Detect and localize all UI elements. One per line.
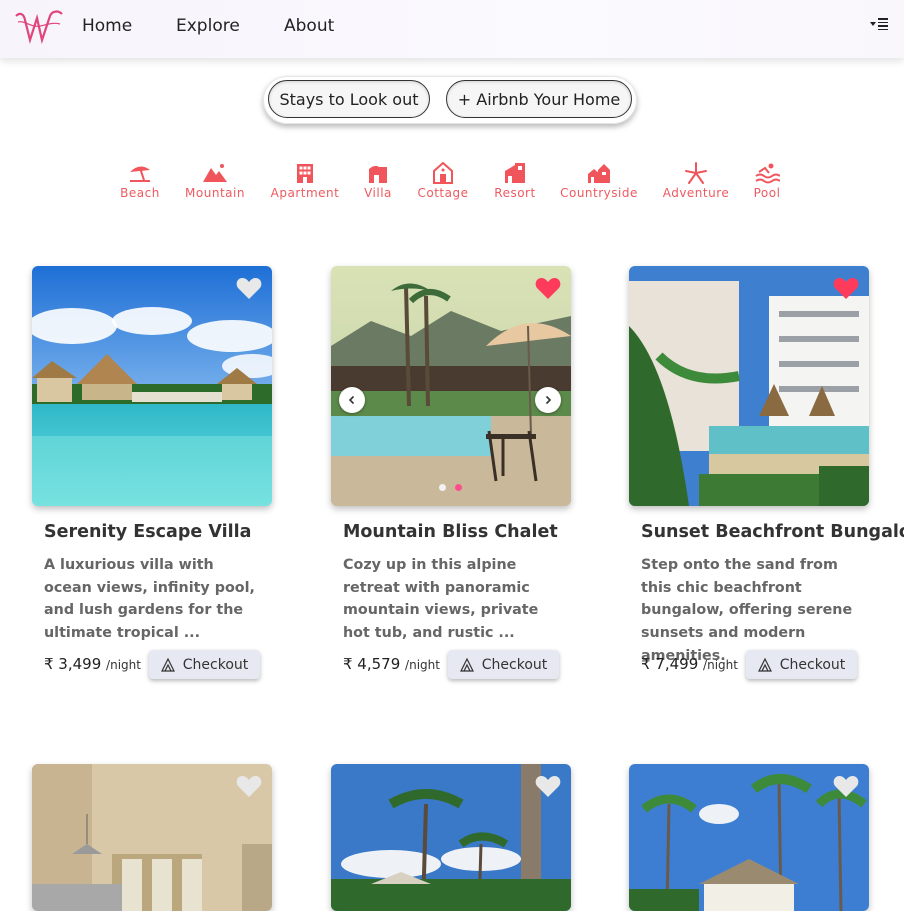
listing-image[interactable] (331, 764, 571, 911)
listing-description: A luxurious villa with ocean views, infi… (44, 557, 255, 642)
stays-button[interactable]: Stays to Look out (268, 80, 430, 118)
category-label: Resort (494, 186, 536, 200)
navbar: Home Explore About (0, 0, 904, 58)
category-label: Mountain (185, 186, 245, 200)
category-label: Pool (753, 186, 781, 200)
category-pool[interactable]: Pool (752, 162, 782, 200)
listing-price: ₹ 7,499 /night (641, 655, 738, 673)
countryside-icon (588, 164, 610, 183)
favorite-heart-icon[interactable] (833, 774, 859, 798)
carousel-next-button[interactable] (535, 387, 561, 413)
category-label: Beach (120, 186, 160, 200)
listing-image[interactable] (629, 266, 869, 506)
umbrella-beach-icon (130, 166, 150, 182)
airbnb-your-home-button[interactable]: + Airbnb Your Home (446, 80, 632, 118)
listing-title: Sunset Beachfront Bungalo (641, 522, 904, 542)
favorite-heart-icon[interactable] (236, 276, 262, 300)
listing-image[interactable] (32, 764, 272, 911)
category-label: Apartment (270, 186, 340, 200)
category-countryside[interactable]: Countryside (558, 162, 640, 200)
listing-price: ₹ 4,579 /night (343, 655, 440, 673)
category-apartment[interactable]: Apartment (268, 162, 342, 200)
nav-home-link[interactable]: Home (82, 16, 132, 36)
chevron-left-icon (348, 395, 355, 405)
mountain-icon (203, 164, 227, 182)
category-adventure[interactable]: Adventure (661, 162, 731, 200)
category-label: Adventure (662, 186, 730, 200)
favorite-heart-icon[interactable] (833, 276, 859, 300)
listing-image[interactable] (331, 266, 571, 506)
cottage-icon (433, 162, 453, 184)
carousel-prev-button[interactable] (339, 387, 365, 413)
listing-image[interactable] (629, 764, 869, 911)
checkout-icon (757, 657, 772, 672)
checkout-button[interactable]: Checkout (149, 650, 260, 679)
building-icon (297, 164, 313, 183)
listing-description: Cozy up in this alpine retreat with pano… (343, 557, 539, 642)
favorite-heart-icon[interactable] (236, 774, 262, 798)
villa-icon (369, 165, 387, 183)
nav-about-link[interactable]: About (284, 16, 334, 36)
brand-logo[interactable] (12, 6, 64, 48)
listing-title: Serenity Escape Villa (44, 522, 252, 542)
favorite-heart-icon[interactable] (535, 774, 561, 798)
listing-title: Mountain Bliss Chalet (343, 522, 558, 542)
category-beach[interactable]: Beach (119, 162, 161, 200)
category-label: Cottage (417, 186, 469, 200)
listing-price: ₹ 3,499 /night (44, 655, 141, 673)
checkout-icon (160, 657, 175, 672)
carousel-dot[interactable] (439, 484, 446, 491)
listing-image[interactable] (32, 266, 272, 506)
category-cottage[interactable]: Cottage (415, 162, 471, 200)
category-resort[interactable]: Resort (492, 162, 538, 200)
carousel-dot-active[interactable] (455, 484, 462, 491)
checkout-button[interactable]: Checkout (746, 650, 857, 679)
nav-explore-link[interactable]: Explore (176, 16, 240, 36)
menu-toggle-icon[interactable] (870, 16, 892, 32)
resort-icon (505, 163, 525, 183)
checkout-icon (459, 657, 474, 672)
chevron-right-icon (545, 395, 552, 405)
category-mountain[interactable]: Mountain (183, 162, 247, 200)
pool-icon (755, 163, 780, 184)
favorite-heart-icon[interactable] (535, 276, 561, 300)
adventure-icon (685, 162, 707, 184)
category-villa[interactable]: Villa (362, 162, 394, 200)
category-label: Villa (364, 186, 392, 200)
action-pill-group: Stays to Look out + Airbnb Your Home (263, 76, 637, 124)
checkout-button[interactable]: Checkout (448, 650, 559, 679)
category-label: Countryside (560, 186, 638, 200)
